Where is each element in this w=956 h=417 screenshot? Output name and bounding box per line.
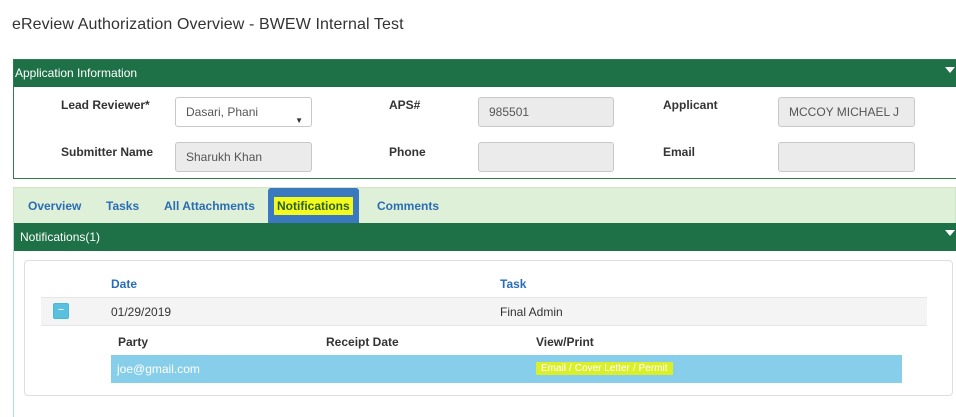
applicant-field[interactable]: MCCOY MICHAEL J	[778, 97, 915, 127]
phone-field[interactable]	[478, 142, 614, 172]
table-row: − 01/29/2019 Final Admin	[41, 297, 927, 326]
tab-bar: Overview Tasks All Attachments Notificat…	[13, 187, 956, 224]
cover-letter-link[interactable]: Cover Letter	[575, 363, 630, 374]
notifications-header[interactable]: Notifications(1)	[14, 223, 956, 251]
link-separator: /	[632, 363, 636, 374]
tab-tasks[interactable]: Tasks	[106, 188, 139, 224]
submitter-name-label: Submitter Name	[61, 145, 154, 159]
party-email: joe@gmail.com	[117, 362, 200, 376]
tab-all-attachments[interactable]: All Attachments	[164, 188, 255, 224]
collapse-row-button[interactable]: −	[53, 303, 69, 319]
collapse-caret-icon[interactable]	[945, 230, 955, 236]
collapse-caret-icon[interactable]	[945, 67, 955, 73]
submitter-name-field[interactable]: Sharukh Khan	[175, 142, 312, 172]
sub-table-row: joe@gmail.com Email / Cover Letter / Permit	[111, 355, 902, 383]
column-header-date[interactable]: Date	[111, 277, 137, 291]
column-header-task[interactable]: Task	[500, 277, 526, 291]
permit-link[interactable]: Permit	[639, 363, 668, 374]
row-task: Final Admin	[500, 305, 563, 319]
email-link[interactable]: Email	[541, 363, 566, 374]
application-information-title: Application Information	[15, 66, 138, 80]
aps-value: 985501	[489, 105, 530, 119]
notifications-panel: Notifications(1) Date Task − 01/29/2019 …	[13, 223, 956, 417]
submitter-name-value: Sharukh Khan	[186, 150, 263, 164]
notifications-table: Date Task − 01/29/2019 Final Admin Party…	[24, 260, 953, 396]
aps-field[interactable]: 985501	[478, 97, 614, 127]
sub-column-header-receipt-date: Receipt Date	[326, 335, 399, 349]
aps-label: APS#	[389, 98, 421, 112]
email-field[interactable]	[778, 142, 915, 172]
sub-column-header-view-print: View/Print	[536, 335, 594, 349]
lead-reviewer-select[interactable]: Dasari, Phani ▼	[175, 97, 312, 127]
email-label: Email	[663, 145, 696, 159]
link-separator: /	[569, 363, 572, 374]
tab-overview[interactable]: Overview	[28, 188, 81, 224]
row-date: 01/29/2019	[111, 305, 172, 319]
applicant-label: Applicant	[663, 98, 718, 112]
chevron-down-icon: ▼	[295, 116, 303, 125]
sub-column-header-party: Party	[118, 335, 149, 349]
notifications-title: Notifications(1)	[20, 230, 101, 244]
view-print-links: Email / Cover Letter / Permit	[536, 362, 673, 375]
tab-notifications-label: Notifications	[274, 197, 353, 215]
phone-label: Phone	[389, 145, 426, 159]
application-information-header[interactable]: Application Information	[14, 60, 956, 87]
lead-reviewer-value: Dasari, Phani	[186, 105, 259, 119]
applicant-value: MCCOY MICHAEL J	[789, 105, 900, 119]
lead-reviewer-label: Lead Reviewer*	[61, 98, 150, 112]
tab-notifications[interactable]: Notifications	[268, 188, 359, 224]
page-title: eReview Authorization Overview - BWEW In…	[12, 16, 404, 33]
tab-comments[interactable]: Comments	[377, 188, 439, 224]
application-information-panel: Application Information Lead Reviewer* D…	[13, 59, 956, 179]
